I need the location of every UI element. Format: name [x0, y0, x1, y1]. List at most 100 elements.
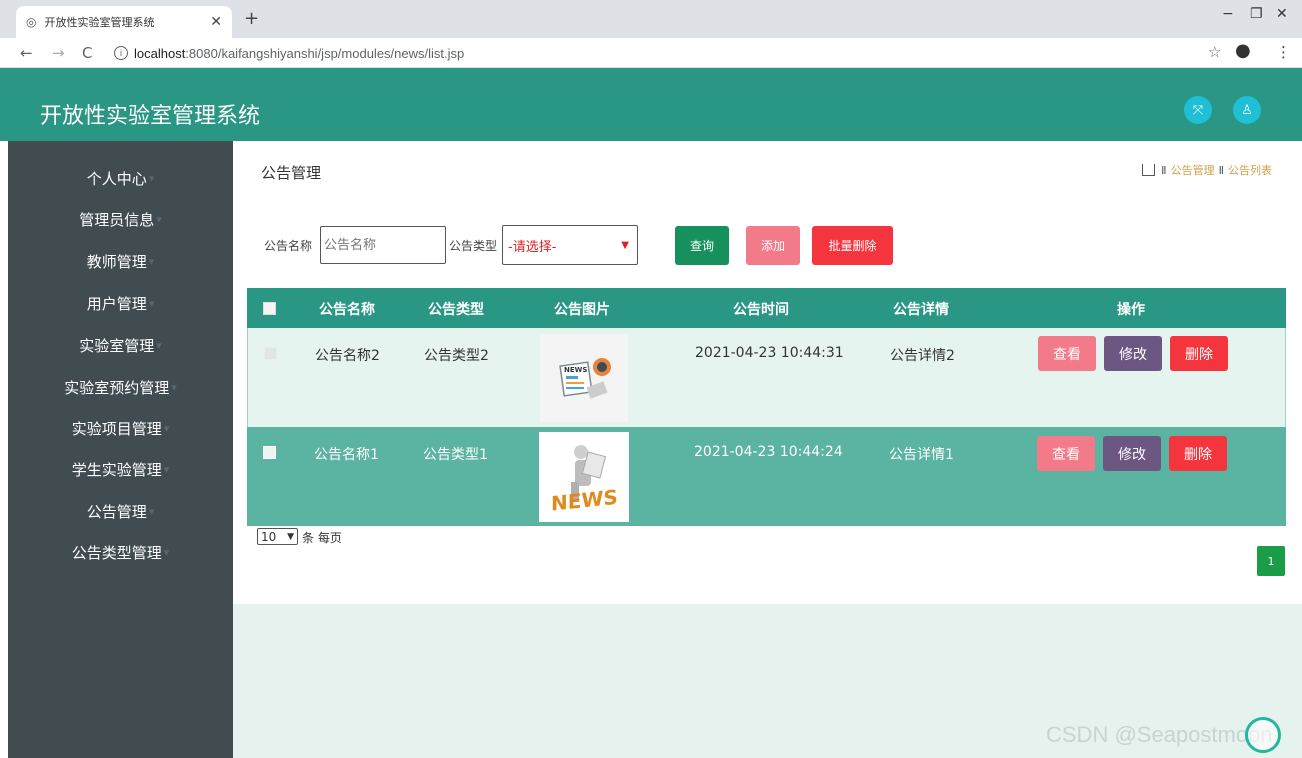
- notice-detail: 公告详情1: [889, 447, 954, 463]
- sidebar-item-lab-booking[interactable]: 实验室预约管理 ▾: [8, 367, 233, 408]
- view-button[interactable]: 查看: [1037, 436, 1095, 471]
- edit-button[interactable]: 修改: [1103, 436, 1161, 471]
- chevron-down-icon: ▾: [163, 546, 170, 559]
- news-figure-icon: NEWS: [539, 432, 629, 522]
- chevron-down-icon: ▾: [171, 381, 177, 394]
- row-checkbox[interactable]: [264, 347, 277, 360]
- name-filter-label: 公告名称: [264, 239, 313, 253]
- add-button[interactable]: 添加: [746, 226, 800, 265]
- notice-detail: 公告详情2: [890, 348, 955, 364]
- reload-icon[interactable]: C: [82, 44, 92, 62]
- sidebar-item-labs[interactable]: 实验室管理 ▾: [8, 325, 233, 366]
- table-row: 公告名称2 公告类型2 NEWS 2021-04-23 10:44:31 公告详…: [247, 328, 1286, 427]
- restore-icon[interactable]: ❐: [1250, 6, 1263, 22]
- view-button[interactable]: 查看: [1038, 336, 1096, 371]
- page-size-suffix: 条 每页: [302, 531, 342, 545]
- breadcrumb: Ⅱ 公告管理 Ⅱ 公告列表: [1142, 162, 1272, 178]
- sidebar-item-label: 公告管理: [86, 503, 147, 521]
- watermark: CSDN @Seapostmoon: [1046, 722, 1273, 747]
- address-bar: ← → C i localhost:8080/kaifangshiyanshi/…: [0, 38, 1302, 68]
- column-header: 公告名称: [319, 302, 375, 318]
- window-close-icon[interactable]: ✕: [1276, 6, 1288, 22]
- fullscreen-icon[interactable]: ⤧: [1184, 96, 1212, 124]
- sidebar-item-label: 用户管理: [86, 295, 147, 313]
- delete-button[interactable]: 删除: [1169, 436, 1227, 471]
- type-select[interactable]: -请选择- ▼: [502, 225, 638, 265]
- chevron-down-icon: ▾: [156, 339, 162, 352]
- app-title: 开放性实验室管理系统: [40, 104, 261, 129]
- sidebar-item-notices[interactable]: 公告管理 ▾: [8, 491, 233, 532]
- breadcrumb-item[interactable]: 公告列表: [1228, 162, 1272, 178]
- forward-icon[interactable]: →: [52, 44, 65, 62]
- browser-tab[interactable]: ◎ 开放性实验室管理系统 ✕: [16, 6, 232, 38]
- row-checkbox[interactable]: [263, 446, 276, 459]
- info-icon[interactable]: i: [114, 46, 128, 60]
- notice-time: 2021-04-23 10:44:24: [694, 444, 843, 460]
- menu-dots-icon[interactable]: ⋮: [1276, 43, 1291, 61]
- chevron-down-icon: ▾: [163, 422, 170, 435]
- sidebar-item-student-labs[interactable]: 学生实验管理 ▾: [8, 449, 233, 490]
- url-field[interactable]: i localhost:8080/kaifangshiyanshi/jsp/mo…: [114, 43, 1194, 63]
- type-filter-label: 公告类型: [449, 239, 498, 253]
- url-host: localhost: [134, 45, 186, 61]
- close-icon[interactable]: ✕: [210, 14, 222, 30]
- sidebar-item-personal-center[interactable]: 个人中心 ▾: [8, 158, 233, 199]
- sidebar-item-label: 教师管理: [86, 253, 147, 271]
- user-icon[interactable]: ♙: [1233, 96, 1261, 124]
- minimize-icon[interactable]: −: [1222, 6, 1234, 22]
- type-select-value: -请选择-: [508, 239, 557, 255]
- page-size-value: 10: [261, 529, 277, 544]
- sidebar-item-admin-info[interactable]: 管理员信息 ▾: [8, 199, 233, 240]
- column-header: 公告类型: [428, 302, 484, 318]
- bookmark-star-icon[interactable]: ☆: [1208, 43, 1221, 61]
- browser-tab-title: 开放性实验室管理系统: [44, 16, 155, 29]
- chevron-down-icon: ▼: [287, 531, 294, 542]
- sidebar-item-label: 实验室管理: [79, 337, 155, 355]
- url-path: :8080/kaifangshiyanshi/jsp/modules/news/…: [185, 45, 465, 61]
- sidebar-item-label: 实验项目管理: [71, 420, 162, 438]
- sidebar-item-users[interactable]: 用户管理 ▾: [8, 283, 233, 324]
- batch-delete-button[interactable]: 批量删除: [812, 226, 893, 265]
- search-button[interactable]: 查询: [675, 226, 729, 265]
- delete-button[interactable]: 删除: [1170, 336, 1228, 371]
- sidebar-item-lab-projects[interactable]: 实验项目管理 ▾: [8, 408, 233, 449]
- notice-name: 公告名称2: [315, 348, 380, 364]
- notice-time: 2021-04-23 10:44:31: [695, 345, 844, 361]
- notice-name: 公告名称1: [314, 447, 379, 463]
- column-header: 公告时间: [733, 302, 789, 318]
- sidebar-item-teachers[interactable]: 教师管理 ▾: [8, 241, 233, 282]
- chevron-down-icon: ▾: [148, 297, 155, 310]
- back-icon[interactable]: ←: [20, 44, 33, 62]
- notice-type: 公告类型2: [424, 348, 489, 364]
- select-all-checkbox[interactable]: [263, 302, 276, 315]
- sidebar-item-label: 管理员信息: [79, 211, 155, 229]
- chevron-down-icon: ▾: [148, 172, 155, 185]
- table-header: 公告名称 公告类型 公告图片 公告时间 公告详情 操作: [247, 288, 1286, 328]
- column-header: 公告图片: [554, 302, 610, 318]
- profile-icon[interactable]: ●: [1235, 40, 1251, 61]
- column-header: 公告详情: [893, 302, 949, 318]
- notice-type: 公告类型1: [423, 447, 488, 463]
- column-header: 操作: [1117, 302, 1145, 318]
- page-size-select[interactable]: 10 ▼: [257, 528, 298, 545]
- settings-icon: ◎: [26, 15, 37, 29]
- new-tab-icon[interactable]: +: [244, 8, 259, 29]
- chevron-down-icon: ▾: [163, 463, 170, 476]
- chevron-down-icon: ▾: [148, 255, 155, 268]
- page-number-button[interactable]: 1: [1257, 546, 1285, 576]
- help-bubble-icon[interactable]: [1245, 717, 1281, 753]
- edit-button[interactable]: 修改: [1104, 336, 1162, 371]
- home-icon[interactable]: [1142, 164, 1156, 176]
- breadcrumb-item[interactable]: 公告管理: [1171, 162, 1215, 178]
- sidebar-item-label: 学生实验管理: [71, 461, 162, 479]
- chevron-down-icon: ▾: [156, 213, 162, 226]
- table-row: 公告名称1 公告类型1 NEWS 2021-04-23 10:44:24 公告详…: [247, 427, 1286, 526]
- sidebar-item-label: 个人中心: [86, 170, 147, 188]
- browser-tab-bar: ◎ 开放性实验室管理系统 ✕ + − ❐ ✕: [0, 0, 1302, 38]
- page-title: 公告管理: [261, 164, 322, 182]
- app-header: 开放性实验室管理系统: [0, 68, 1302, 141]
- sidebar-item-label: 公告类型管理: [71, 544, 162, 562]
- sidebar-item-notice-types[interactable]: 公告类型管理 ▾: [8, 532, 233, 573]
- name-search-input[interactable]: [320, 226, 446, 264]
- svg-text:NEWS: NEWS: [551, 485, 618, 516]
